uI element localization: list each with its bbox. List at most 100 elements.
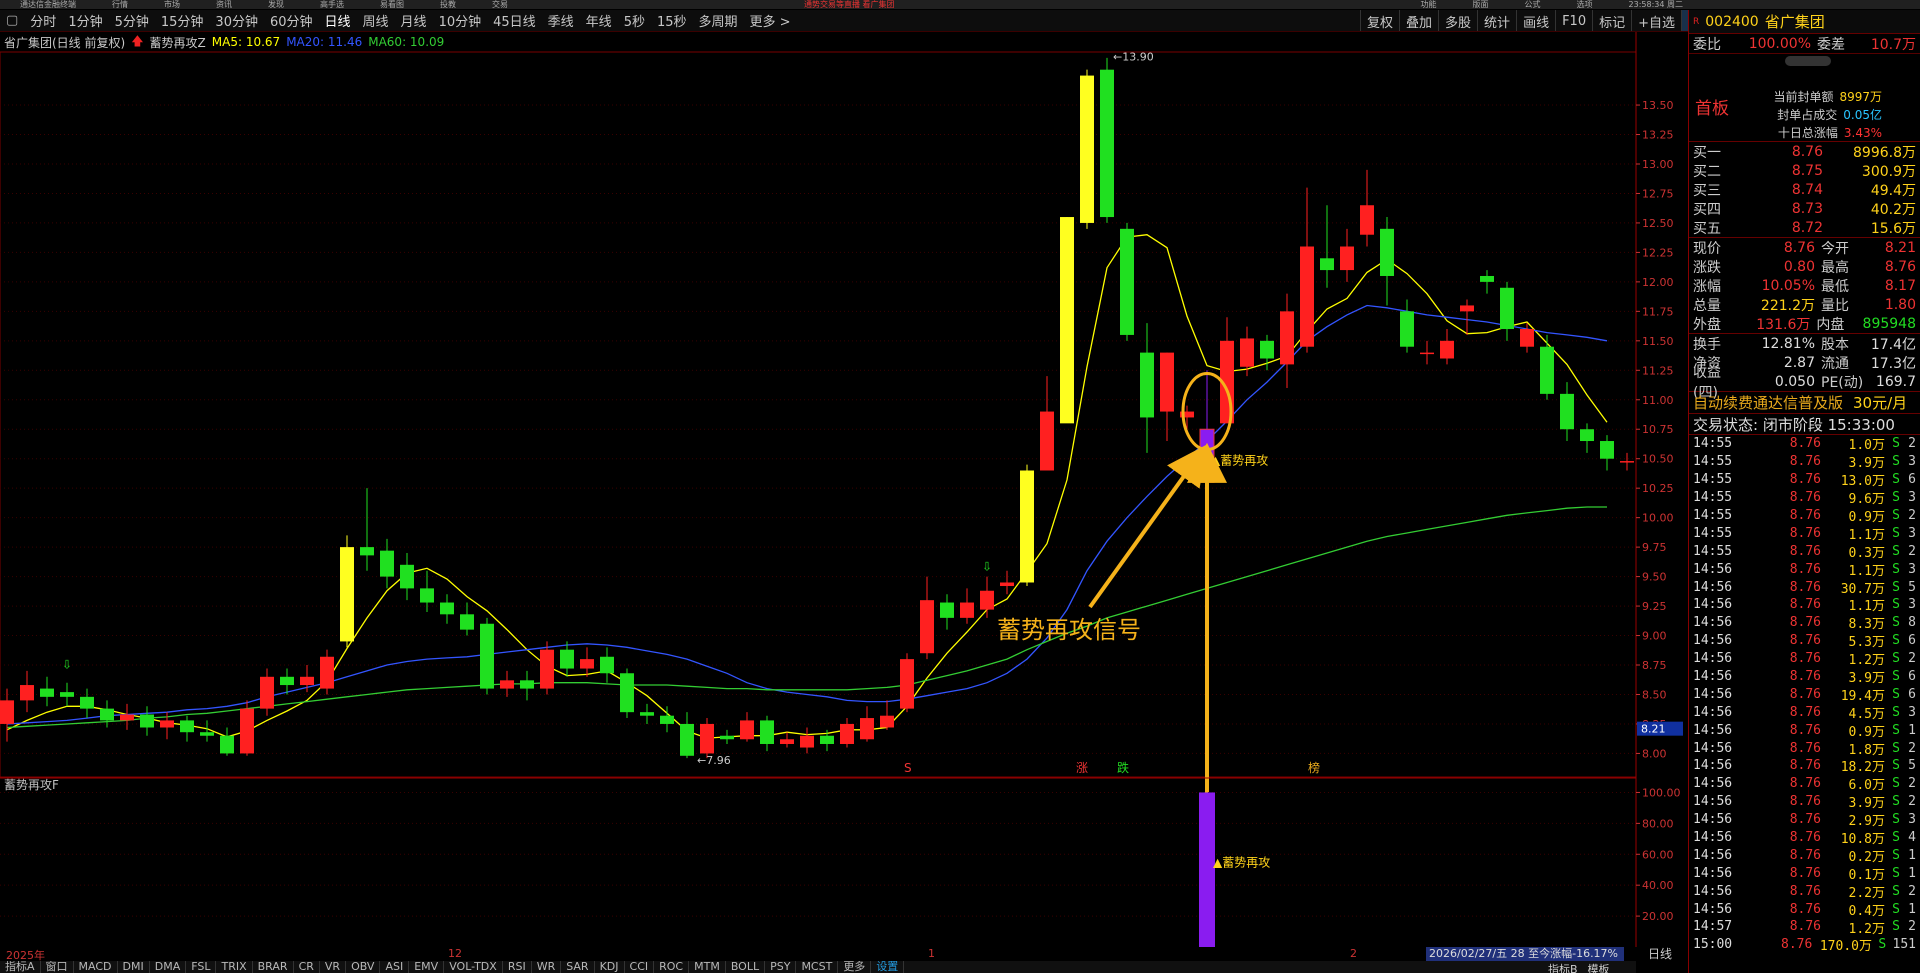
period-tab[interactable]: 更多 > (744, 11, 797, 30)
toolbar-button[interactable]: 标记 (1592, 10, 1631, 31)
candle (780, 732, 794, 748)
period-tab[interactable]: 10分钟 (433, 11, 488, 30)
candle-body (1360, 205, 1374, 235)
toolbar-button[interactable]: F10 (1555, 10, 1592, 31)
indicator-tab[interactable]: ROC (654, 961, 690, 973)
indicator-tab[interactable]: DMI (118, 961, 150, 973)
period-tab[interactable]: 年线 (580, 11, 618, 30)
tick-volume: 3.9万 (1848, 456, 1885, 472)
tick-count: 2 (1908, 436, 1916, 452)
indicator-tab[interactable]: EMV (409, 961, 445, 973)
indicator-tab[interactable]: ASI (380, 961, 410, 973)
tick-price: 8.76 (1789, 740, 1821, 756)
top-menu-item[interactable]: 公式 (1525, 0, 1541, 9)
period-tab[interactable]: 60分钟 (264, 11, 319, 30)
period-mode-button[interactable]: 日线 (1638, 947, 1682, 961)
indicator-tab[interactable]: FSL (186, 961, 217, 973)
top-menu-item[interactable]: 资讯 (216, 0, 232, 9)
indicator-tab[interactable]: VOL-TDX (444, 961, 503, 973)
indicator-tab[interactable]: MTM (689, 961, 726, 973)
tick-price: 8.76 (1789, 830, 1821, 846)
order-price: 8.76 (1791, 143, 1823, 160)
indicator-tab[interactable]: CR (294, 961, 320, 973)
quote-row: 现价 8.76 今开 8.21 (1689, 238, 1920, 257)
period-tab[interactable]: 日线 (319, 11, 357, 30)
tick-side: S (1878, 937, 1887, 953)
top-menu-item[interactable]: 行情 (112, 0, 128, 9)
toolbar-button[interactable]: 叠加 (1399, 10, 1438, 31)
indicator-tab[interactable]: BOLL (726, 961, 766, 973)
top-menu-item[interactable]: 高手选 (320, 0, 344, 9)
indicator-tab[interactable]: CCI (625, 961, 655, 973)
tick-time: 14:56 (1693, 794, 1733, 810)
tick-side: S (1892, 454, 1900, 470)
indicator-tab[interactable]: 窗口 (41, 961, 74, 973)
ad-banner[interactable]: 自动续费通达信普及版 30元/月 (1689, 392, 1920, 414)
indicator-tab[interactable]: VR (320, 961, 347, 973)
period-tab[interactable]: 周线 (357, 11, 395, 30)
indicator-tab[interactable]: 更多 (838, 961, 872, 973)
period-tab[interactable]: 15分钟 (155, 11, 210, 30)
ad-text: 自动续费通达信普及版 (1693, 394, 1844, 412)
period-tab[interactable]: 5秒 (618, 11, 651, 30)
top-menu-item[interactable]: 易看图 (380, 0, 404, 9)
indicator-tab[interactable]: RSI (503, 961, 532, 973)
indicator-tab[interactable]: 模板 (1588, 961, 1610, 973)
top-menu-item[interactable]: 选项 (1577, 0, 1593, 9)
period-tab[interactable]: 分时 (24, 11, 62, 30)
pin-icon[interactable]: R (1693, 17, 1699, 27)
candle-body (1520, 329, 1534, 347)
tick-time: 14:56 (1693, 830, 1733, 846)
toolbar-button[interactable]: 复权 (1360, 10, 1399, 31)
indicator-tab[interactable]: KDJ (595, 961, 625, 973)
top-menu-item[interactable]: 交易 (492, 0, 508, 9)
indicator-tab[interactable]: MACD (74, 961, 118, 973)
indicator-tab[interactable]: 设置 (871, 961, 905, 973)
seal-row: 十日总涨幅 3.43% (1778, 124, 1882, 141)
indicator-tab[interactable]: WR (532, 961, 562, 973)
top-menu-item[interactable]: 功能 (1421, 0, 1437, 9)
top-menu-item[interactable]: 投教 (440, 0, 456, 9)
period-tab[interactable]: 30分钟 (209, 11, 264, 30)
y-tick-label: 40.00 (1642, 879, 1674, 892)
indicator-tab[interactable]: 指标B (1548, 961, 1578, 973)
candle (980, 576, 994, 618)
order-level: 买四 (1693, 201, 1721, 218)
tick-price: 8.76 (1789, 919, 1821, 935)
order-level: 买一 (1693, 144, 1721, 161)
window-icon[interactable]: ▢ (0, 13, 24, 28)
top-menu-item[interactable]: 市场 (164, 0, 180, 9)
toolbar-button[interactable]: 画线 (1516, 10, 1555, 31)
period-tab[interactable]: 多周期 (693, 11, 744, 30)
y-tick-label: 11.25 (1642, 364, 1674, 377)
indicator-tab[interactable]: 指标A (0, 961, 41, 973)
period-tab[interactable]: 45日线 (487, 11, 542, 30)
toolbar-button[interactable]: 统计 (1477, 10, 1516, 31)
period-tab[interactable]: 1分钟 (62, 11, 108, 30)
period-tab[interactable]: 季线 (542, 11, 580, 30)
order-price: 8.75 (1791, 162, 1823, 179)
top-menu-item[interactable]: 发现 (268, 0, 284, 9)
indicator-tab[interactable]: TRIX (216, 961, 253, 973)
toolbar-button[interactable]: +自选 (1631, 10, 1681, 31)
candle-body (1160, 352, 1174, 412)
period-tab[interactable]: 5分钟 (109, 11, 155, 30)
toolbar-button[interactable]: 多股 (1438, 10, 1477, 31)
top-alert[interactable]: 通势交易等直播 看广集团 (804, 0, 895, 9)
period-tab[interactable]: 15秒 (651, 11, 693, 30)
candle (60, 682, 74, 707)
y-tick-label: 9.00 (1642, 630, 1667, 643)
indicator-tab[interactable]: OBV (346, 961, 381, 973)
indicator-tab[interactable]: PSY (765, 961, 797, 973)
candle (1440, 329, 1454, 365)
tick-side: S (1892, 615, 1900, 631)
indicator-tab[interactable]: MCST (796, 961, 839, 973)
indicator-tab[interactable]: SAR (561, 961, 595, 973)
indicator-tab[interactable]: BRAR (253, 961, 294, 973)
candle-body (340, 547, 354, 642)
top-menu-item[interactable]: 通达信金融终端 (20, 0, 76, 9)
tick-side: S (1892, 579, 1900, 595)
top-menu-item[interactable]: 版面 (1473, 0, 1489, 9)
indicator-tab[interactable]: DMA (150, 961, 187, 973)
period-tab[interactable]: 月线 (395, 11, 433, 30)
